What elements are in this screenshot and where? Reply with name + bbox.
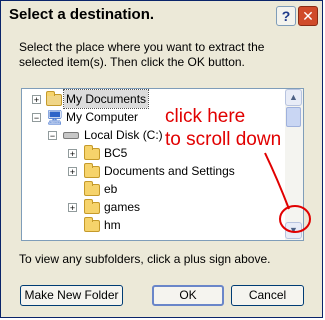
hint-text: To view any subfolders, click a plus sig…: [19, 252, 271, 266]
ok-button[interactable]: OK: [152, 285, 224, 306]
annotation-overlay: [264, 152, 311, 233]
annotation-arrow: [264, 152, 290, 210]
make-new-folder-button[interactable]: Make New Folder: [20, 285, 123, 306]
select-destination-dialog: Select a destination. ? ✕ Select the pla…: [0, 0, 323, 318]
cancel-button[interactable]: Cancel: [231, 285, 304, 306]
annotation-circle: [279, 205, 311, 233]
